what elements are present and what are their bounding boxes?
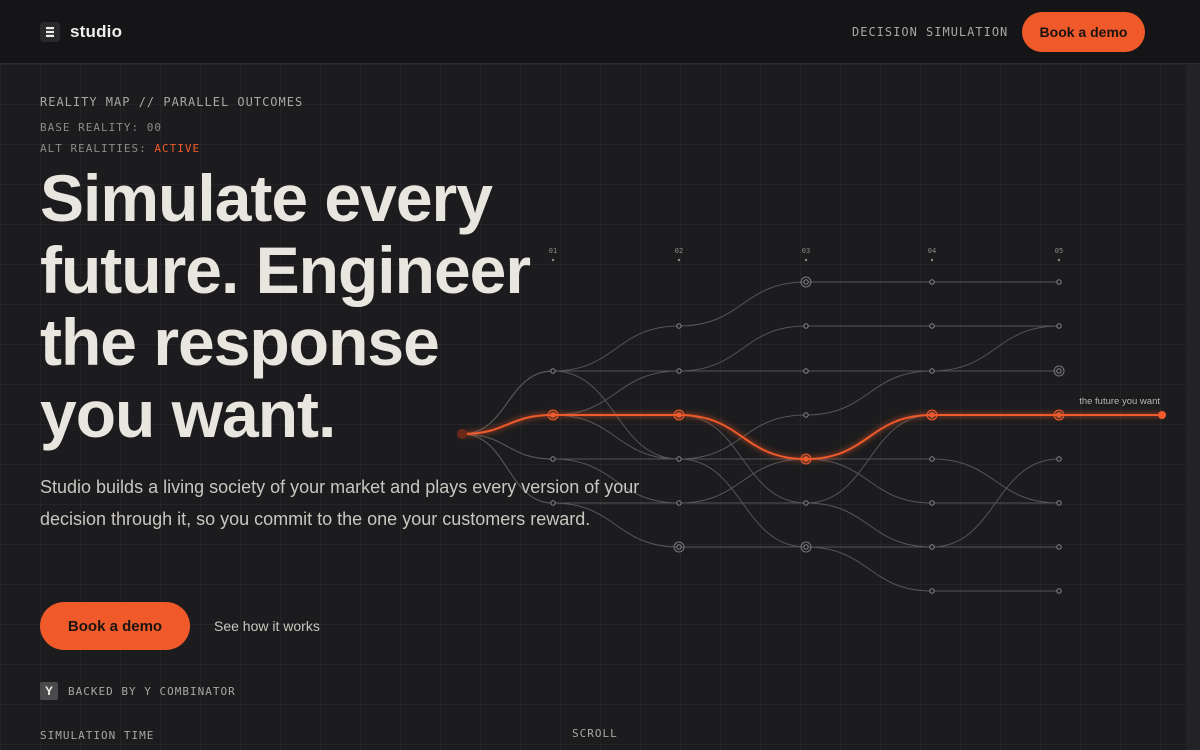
- node: [929, 588, 935, 594]
- highlight-node: [676, 412, 682, 418]
- yc-backing: Y BACKED BY Y COMBINATOR: [40, 682, 236, 700]
- see-how-it-works-link[interactable]: See how it works: [214, 618, 320, 634]
- hero-book-demo-button[interactable]: Book a demo: [40, 602, 190, 650]
- node: [1056, 368, 1062, 374]
- node: [803, 368, 809, 374]
- column-tick: [677, 258, 681, 262]
- node: [929, 323, 935, 329]
- node: [929, 500, 935, 506]
- node: [803, 279, 809, 285]
- base-reality-readout: BASE REALITY: 00: [40, 121, 162, 134]
- column-tick: [1057, 258, 1061, 262]
- node: [1056, 544, 1062, 550]
- highlight-node: [803, 456, 809, 462]
- node: [1056, 588, 1062, 594]
- node: [676, 323, 682, 329]
- node: [676, 500, 682, 506]
- node: [803, 500, 809, 506]
- yc-backing-text: BACKED BY Y COMBINATOR: [68, 684, 236, 698]
- column-label: 03: [802, 247, 810, 255]
- node: [676, 368, 682, 374]
- node: [1056, 279, 1062, 285]
- node: [929, 544, 935, 550]
- column-label: 04: [928, 247, 936, 255]
- column-label: 05: [1055, 247, 1063, 255]
- alt-realities-label: ALT REALITIES:: [40, 142, 147, 155]
- node: [929, 279, 935, 285]
- node: [676, 456, 682, 462]
- highlight-end-node: [1158, 411, 1166, 419]
- node: [1056, 323, 1062, 329]
- highlight-path-label: the future you want: [1079, 396, 1160, 407]
- top-nav: studio DECISION SIMULATION Book a demo: [0, 0, 1200, 64]
- column-tick: [930, 258, 934, 262]
- node: [803, 412, 809, 418]
- header-book-demo-button[interactable]: Book a demo: [1022, 12, 1145, 52]
- highlight-node: [1056, 412, 1062, 418]
- alt-realities-status: ACTIVE: [154, 142, 201, 155]
- hero-subheadline: Studio builds a living society of your m…: [40, 477, 640, 529]
- node: [929, 368, 935, 374]
- highlight-node: [929, 412, 935, 418]
- alt-realities-readout: ALT REALITIES: ACTIVE: [40, 142, 200, 155]
- nav-link-decision-simulation[interactable]: DECISION SIMULATION: [852, 25, 1008, 39]
- node: [550, 456, 556, 462]
- column-label: 02: [675, 247, 683, 255]
- headline-line-1: Simulate every: [40, 161, 493, 235]
- base-reality-value: 00: [146, 121, 162, 134]
- scroll-indicator[interactable]: SCROLL: [572, 727, 618, 740]
- base-reality-label: BASE REALITY:: [40, 121, 140, 134]
- headline-line-4: you want.: [40, 377, 336, 451]
- node: [803, 323, 809, 329]
- node: [929, 456, 935, 462]
- simulation-time-label: SIMULATION TIME: [40, 729, 155, 742]
- studio-logo-icon: [40, 22, 60, 42]
- column-tick: [804, 258, 808, 262]
- hero-eyebrow: REALITY MAP // PARALLEL OUTCOMES: [40, 95, 304, 109]
- hero-headline: Simulate every future. Engineer the resp…: [40, 162, 600, 450]
- brand-name: studio: [70, 22, 123, 41]
- node: [1056, 500, 1062, 506]
- headline-line-2: future. Engineer: [40, 233, 531, 307]
- node: [1056, 456, 1062, 462]
- scrollbar-track[interactable]: [1186, 64, 1200, 750]
- node: [803, 544, 809, 550]
- y-combinator-logo-icon: Y: [40, 682, 58, 700]
- node: [676, 544, 682, 550]
- headline-line-3: the response: [40, 305, 440, 379]
- brand[interactable]: studio: [40, 22, 122, 42]
